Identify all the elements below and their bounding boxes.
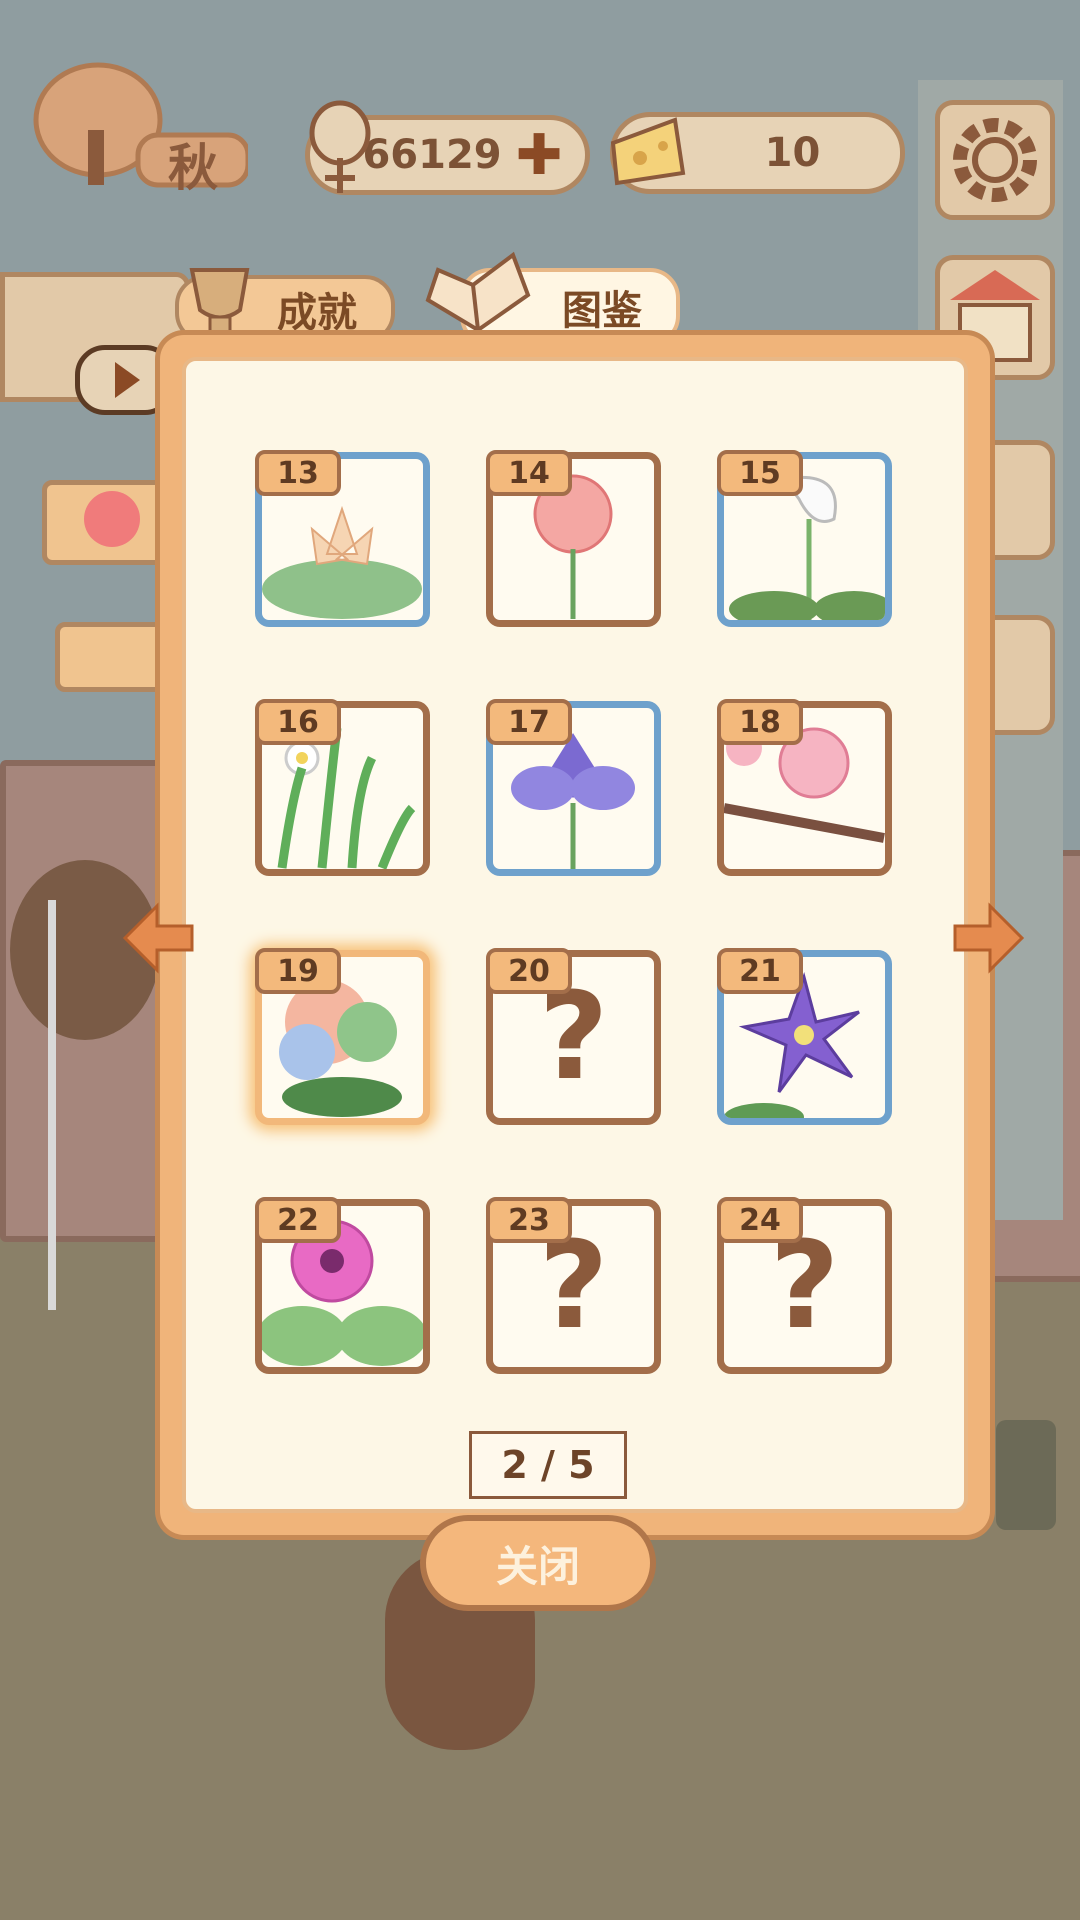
season-badge[interactable]: 秋 [18,60,251,197]
add-coins-icon[interactable]: ✚ [516,123,563,188]
card-number-badge: 19 [255,948,341,994]
fish-bone-icon [309,100,371,193]
card-number-badge: 15 [717,450,803,496]
season-label: 秋 [168,139,218,197]
gear-icon [953,118,1037,202]
cheese-value: 10 [764,130,821,176]
close-button[interactable]: 关闭 [420,1515,656,1611]
side-character-card [996,1420,1056,1530]
card-number-badge: 18 [717,699,803,745]
next-page-arrow-icon[interactable] [950,898,1030,978]
settings-button[interactable] [935,100,1055,220]
prev-page-arrow-icon[interactable] [117,898,197,978]
tab-achievements-label: 成就 [277,290,357,336]
fish-coin-value: 66129 [362,132,502,178]
card-number-badge: 20 [486,948,572,994]
card-number-badge: 14 [486,450,572,496]
cheese-icon [610,117,686,186]
tab-encyclopedia-label: 图鉴 [562,288,642,334]
card-number-badge: 23 [486,1197,572,1243]
lamp-post [48,900,56,1310]
card-number-badge: 24 [717,1197,803,1243]
close-button-label: 关闭 [495,1541,580,1591]
card-number-badge: 13 [255,450,341,496]
card-number-badge: 22 [255,1197,341,1243]
play-icon [115,362,140,398]
photo-shortcut-button[interactable] [55,622,175,692]
card-number-badge: 17 [486,699,572,745]
card-number-badge: 16 [255,699,341,745]
card-number-badge: 21 [717,948,803,994]
page-indicator: 2 / 5 [469,1431,627,1499]
